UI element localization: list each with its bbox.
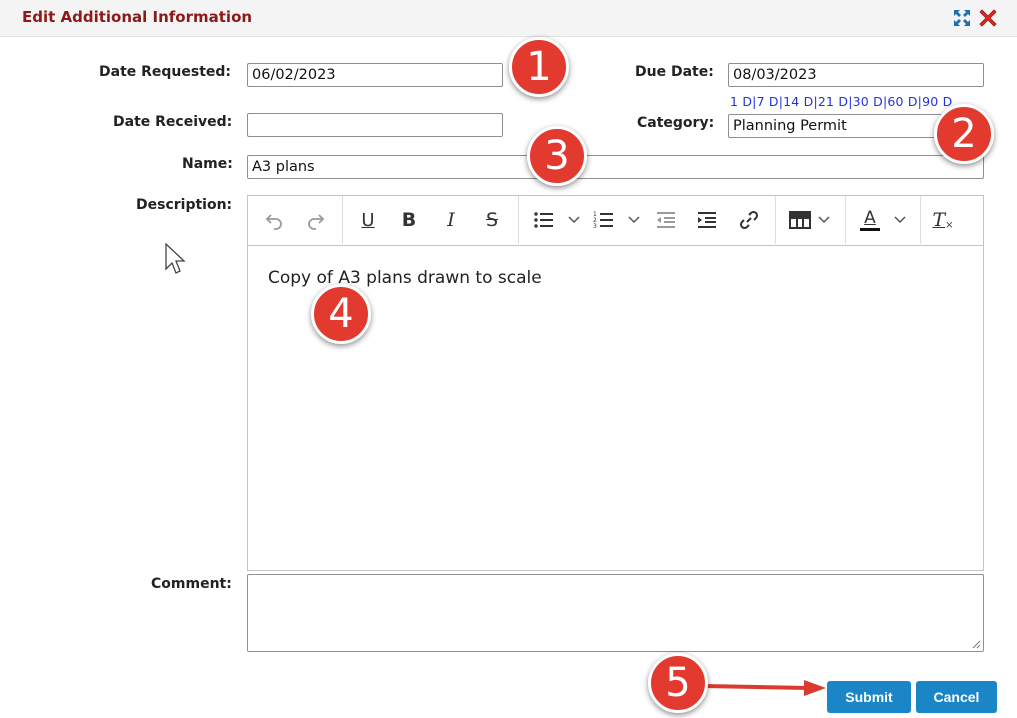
outdent-icon[interactable] bbox=[651, 205, 681, 235]
description-editor: U B I S 123 A T × Copy of A3 plans drawn… bbox=[247, 195, 984, 571]
remove-format-glyph: T bbox=[932, 209, 946, 231]
bold-icon[interactable]: B bbox=[394, 205, 424, 235]
remove-format-icon[interactable]: T × bbox=[928, 205, 958, 235]
callout-arrow bbox=[703, 680, 826, 696]
submit-button[interactable]: Submit bbox=[827, 681, 911, 713]
quick-link-1d[interactable]: 1 D bbox=[730, 94, 752, 109]
category-label: Category: bbox=[637, 115, 715, 131]
quick-link-14d[interactable]: 14 D bbox=[783, 94, 813, 109]
font-color-glyph: A bbox=[864, 207, 876, 228]
date-requested-label: Date Requested: bbox=[99, 64, 232, 80]
comment-label: Comment: bbox=[151, 576, 232, 592]
toolbar-separator bbox=[775, 196, 776, 244]
cancel-button[interactable]: Cancel bbox=[916, 681, 997, 713]
font-color-icon[interactable]: A bbox=[855, 205, 885, 235]
svg-text:3: 3 bbox=[593, 223, 597, 230]
italic-icon[interactable]: I bbox=[436, 205, 466, 235]
name-label: Name: bbox=[182, 156, 233, 172]
font-color-bar bbox=[860, 227, 880, 231]
toolbar-separator bbox=[920, 196, 921, 244]
comment-textarea[interactable] bbox=[247, 574, 984, 652]
date-received-label: Date Received: bbox=[113, 114, 233, 130]
resize-grip-icon[interactable] bbox=[971, 639, 981, 649]
chevron-down-icon[interactable] bbox=[816, 209, 832, 229]
dialog-titlebar: Edit Additional Information bbox=[0, 0, 1017, 37]
due-date-quick-links: 1 D|7 D|14 D|21 D|30 D|60 D|90 D bbox=[730, 94, 953, 109]
toolbar-separator bbox=[845, 196, 846, 244]
undo-icon[interactable] bbox=[259, 205, 289, 235]
chevron-down-icon[interactable] bbox=[566, 209, 582, 229]
callout-badge-1: 1 bbox=[509, 37, 569, 97]
quick-link-7d[interactable]: 7 D bbox=[757, 94, 779, 109]
due-date-input[interactable]: 08/03/2023 bbox=[728, 63, 984, 87]
chevron-down-icon[interactable] bbox=[626, 209, 642, 229]
remove-format-x: × bbox=[945, 219, 954, 231]
description-label: Description: bbox=[136, 197, 233, 213]
mouse-pointer-icon bbox=[165, 243, 186, 274]
callout-badge-3: 3 bbox=[527, 126, 587, 186]
quick-link-21d[interactable]: 21 D bbox=[818, 94, 848, 109]
editor-toolbar: U B I S 123 A T × bbox=[248, 196, 983, 246]
redo-icon[interactable] bbox=[301, 205, 331, 235]
due-date-label: Due Date: bbox=[635, 64, 714, 80]
chevron-down-icon[interactable] bbox=[892, 209, 908, 229]
indent-icon[interactable] bbox=[692, 205, 722, 235]
quick-link-90d[interactable]: 90 D bbox=[922, 94, 952, 109]
bulleted-list-icon[interactable] bbox=[529, 205, 559, 235]
name-input[interactable]: A3 plans bbox=[247, 155, 984, 179]
close-icon[interactable] bbox=[977, 7, 999, 29]
underline-icon[interactable]: U bbox=[353, 205, 383, 235]
date-received-input[interactable] bbox=[247, 113, 503, 137]
dialog-title: Edit Additional Information bbox=[22, 8, 253, 26]
callout-badge-2: 2 bbox=[934, 104, 994, 164]
description-text[interactable]: Copy of A3 plans drawn to scale bbox=[268, 268, 542, 288]
quick-link-60d[interactable]: 60 D bbox=[887, 94, 917, 109]
toolbar-separator bbox=[518, 196, 519, 244]
link-icon[interactable] bbox=[734, 205, 764, 235]
numbered-list-icon[interactable]: 123 bbox=[589, 205, 619, 235]
callout-badge-5: 5 bbox=[648, 653, 708, 713]
quick-link-30d[interactable]: 30 D bbox=[853, 94, 883, 109]
toolbar-separator bbox=[342, 196, 343, 244]
table-icon[interactable] bbox=[785, 205, 815, 235]
date-requested-input[interactable]: 06/02/2023 bbox=[247, 63, 503, 87]
expand-icon[interactable] bbox=[952, 8, 972, 28]
callout-badge-4: 4 bbox=[311, 284, 371, 344]
strikethrough-icon[interactable]: S bbox=[477, 205, 507, 235]
